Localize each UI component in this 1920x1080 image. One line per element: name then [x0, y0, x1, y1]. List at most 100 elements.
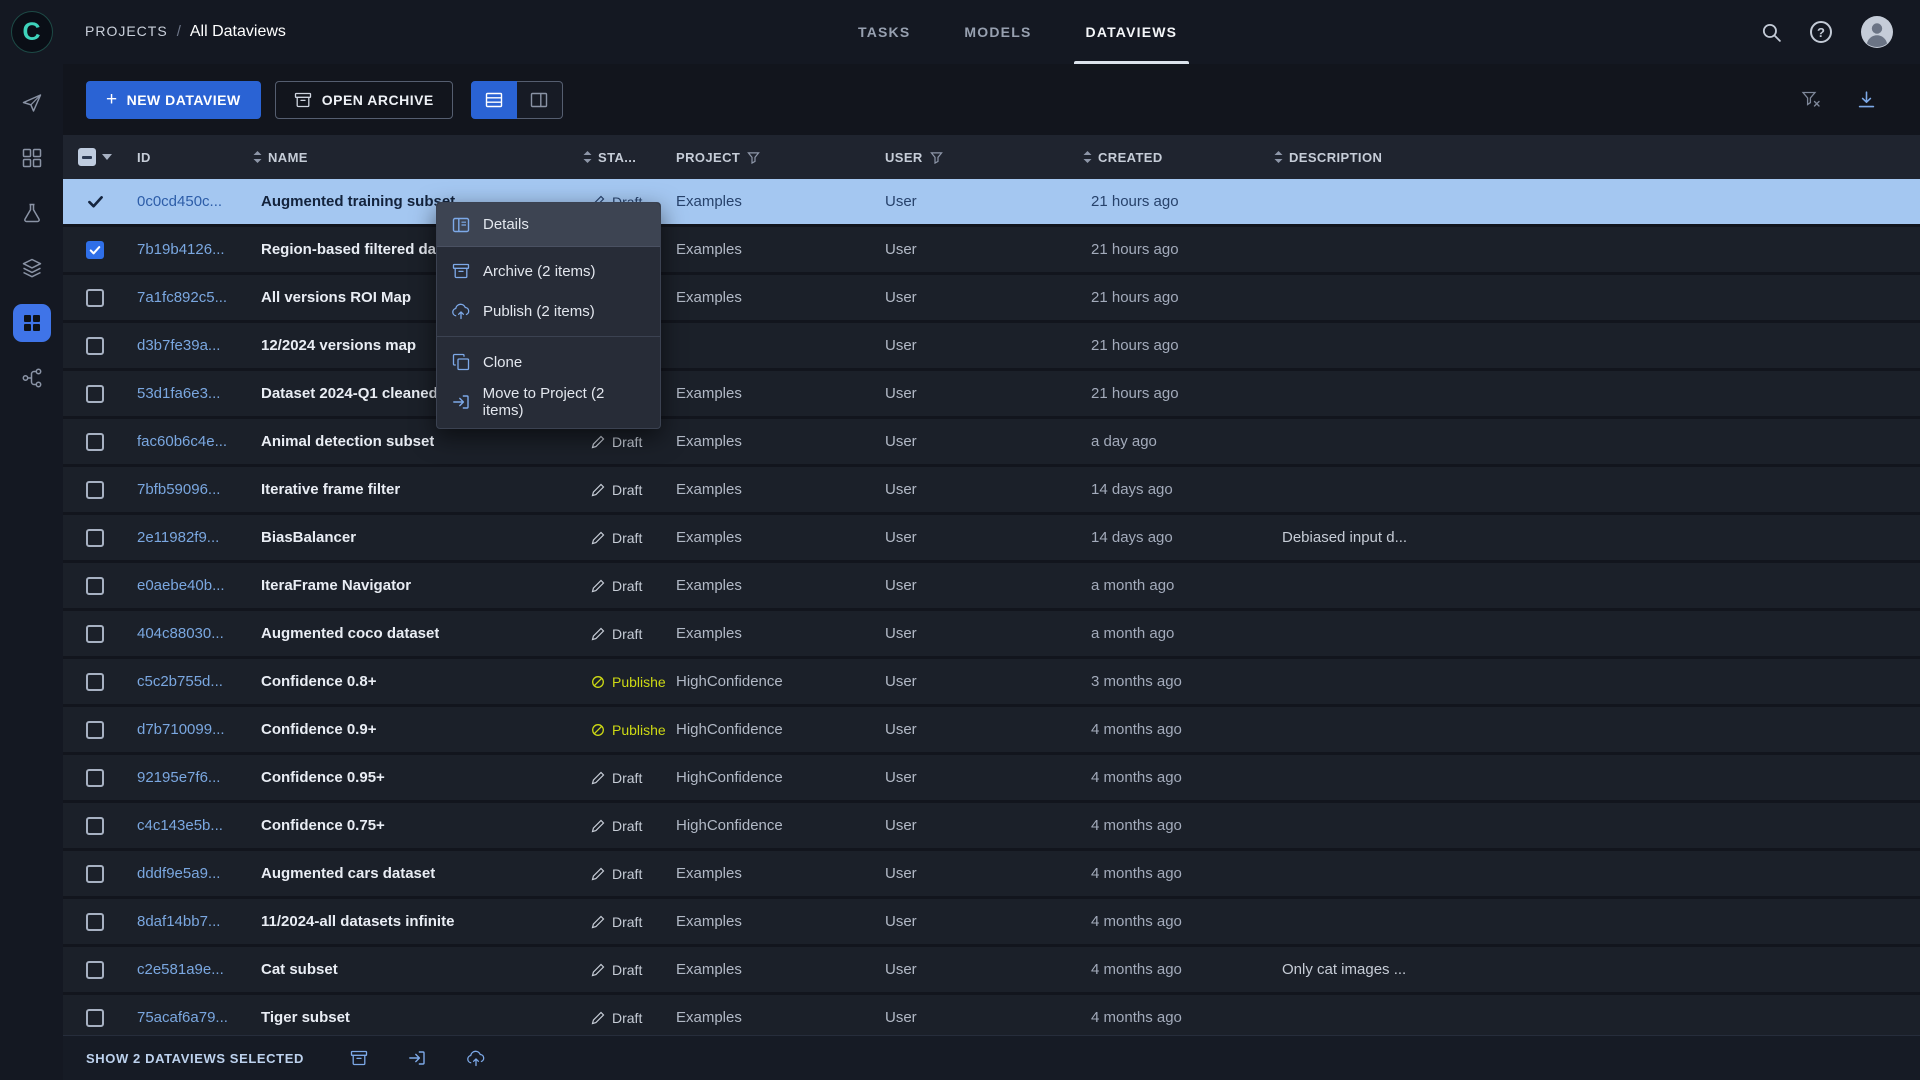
id-link[interactable]: fac60b6c4e...: [137, 433, 227, 450]
row-checkbox[interactable]: [86, 624, 104, 643]
sort-icon[interactable]: [1082, 150, 1093, 164]
row-checkbox[interactable]: [86, 432, 104, 451]
id-link[interactable]: c2e581a9e...: [137, 961, 224, 978]
id-link[interactable]: 2e11982f9...: [137, 529, 219, 546]
column-header-project[interactable]: PROJECT: [666, 150, 875, 165]
table-row[interactable]: 0c0cd450c...Augmented training subsetDra…: [63, 179, 1920, 224]
table-row[interactable]: 7b19b4126...Region-based filtered dataDr…: [63, 227, 1920, 272]
filter-icon[interactable]: [929, 151, 943, 164]
row-checkbox[interactable]: [86, 240, 104, 259]
table-row[interactable]: c2e581a9e... Cat subset Draft Examples User 4…: [63, 947, 1920, 992]
table-row[interactable]: 2e11982f9... BiasBalancer Draft Examples Use…: [63, 515, 1920, 560]
table-row[interactable]: e0aebe40b... IteraFrame Navigator Draft Exa…: [63, 563, 1920, 608]
breadcrumb-projects[interactable]: PROJECTS: [85, 23, 168, 39]
sidebar-item-datasets[interactable]: [13, 249, 51, 287]
help-icon[interactable]: ?: [1810, 21, 1832, 43]
row-checkbox[interactable]: [86, 528, 104, 547]
table-row[interactable]: d3b7fe39a...12/2024 versions mapDraftUse…: [63, 323, 1920, 368]
select-dropdown-caret[interactable]: [102, 154, 112, 160]
move-selected-icon[interactable]: [408, 1049, 426, 1067]
table-row[interactable]: 53d1fa6e3...Dataset 2024-Q1 cleanedDraft…: [63, 371, 1920, 416]
sidebar-item-hyper-datasets[interactable]: [12, 304, 51, 342]
clear-filters-icon[interactable]: [1801, 90, 1821, 109]
sort-icon[interactable]: [1273, 150, 1284, 164]
selection-count-label[interactable]: SHOW 2 DATAVIEWS SELECTED: [86, 1051, 304, 1066]
table-row[interactable]: c5c2b755d... Confidence 0.8+ Published High…: [63, 659, 1920, 704]
row-checkbox[interactable]: [86, 864, 104, 883]
download-icon[interactable]: [1857, 90, 1876, 109]
id-link[interactable]: d3b7fe39a...: [137, 337, 220, 354]
id-link[interactable]: 404c88030...: [137, 625, 224, 642]
sidebar-item-experiments[interactable]: [13, 194, 51, 232]
table-row[interactable]: 7bfb59096... Iterative frame filter Draft E…: [63, 467, 1920, 512]
row-checkbox[interactable]: [86, 336, 104, 355]
id-link[interactable]: 8daf14bb7...: [137, 913, 220, 930]
id-link[interactable]: d7b710099...: [137, 721, 225, 738]
id-link[interactable]: 7a1fc892c5...: [137, 289, 227, 306]
sidebar-item-pipelines[interactable]: [13, 359, 51, 397]
publish-selected-icon[interactable]: [466, 1049, 486, 1067]
table-row[interactable]: c4c143e5b... Confidence 0.75+ Draft HighCon…: [63, 803, 1920, 848]
sort-icon[interactable]: [582, 150, 593, 164]
id-link[interactable]: 0c0cd450c...: [137, 193, 222, 210]
table-row[interactable]: 404c88030... Augmented coco dataset Draft E…: [63, 611, 1920, 656]
sidebar-item-projects[interactable]: [13, 139, 51, 177]
sidebar-item-getting-started[interactable]: [13, 84, 51, 122]
search-icon[interactable]: [1761, 22, 1782, 43]
column-header-user[interactable]: USER: [875, 150, 1081, 165]
id-link[interactable]: 53d1fa6e3...: [137, 385, 220, 402]
table-row[interactable]: 75acaf6a79... Tiger subset Draft Examples Us…: [63, 995, 1920, 1035]
open-archive-button[interactable]: OPEN ARCHIVE: [274, 80, 453, 119]
select-all-checkbox[interactable]: [78, 148, 96, 166]
table-row[interactable]: 8daf14bb7... 11/2024-all datasets infinit…: [63, 899, 1920, 944]
id-link[interactable]: 7b19b4126...: [137, 241, 225, 258]
id-link[interactable]: c4c143e5b...: [137, 817, 223, 834]
table-row[interactable]: d7b710099... Confidence 0.9+ Published High…: [63, 707, 1920, 752]
table-row[interactable]: fac60b6c4e... Animal detection subset Draf…: [63, 419, 1920, 464]
new-dataview-button[interactable]: + NEW DATAVIEW: [86, 80, 261, 119]
table-view-button[interactable]: [470, 80, 517, 119]
menu-item-details[interactable]: Details: [437, 203, 660, 247]
table-row[interactable]: 92195e7f6... Confidence 0.95+ Draft HighCon…: [63, 755, 1920, 800]
row-checkbox[interactable]: [86, 768, 104, 787]
sort-icon[interactable]: [252, 150, 263, 164]
menu-item-move-to-project[interactable]: Move to Project (2 items): [437, 382, 660, 422]
archive-selected-icon[interactable]: [350, 1049, 368, 1067]
row-checkbox[interactable]: [86, 480, 104, 499]
row-checkbox[interactable]: [86, 720, 104, 739]
filter-icon[interactable]: [747, 151, 761, 164]
row-checkbox[interactable]: [86, 384, 104, 403]
menu-item-clone[interactable]: Clone: [437, 342, 660, 382]
column-header-status[interactable]: STA...: [581, 150, 666, 165]
breadcrumb-current[interactable]: All Dataviews: [190, 23, 286, 41]
id-link[interactable]: 92195e7f6...: [137, 769, 220, 786]
clearml-logo[interactable]: C: [10, 11, 53, 53]
id-link[interactable]: 75acaf6a79...: [137, 1009, 228, 1026]
table-row[interactable]: dddf9e5a9... Augmented cars dataset Draft E…: [63, 851, 1920, 896]
row-checkbox[interactable]: [86, 816, 104, 835]
sidebar: [0, 64, 63, 1080]
card-view-button[interactable]: [516, 80, 563, 119]
table-row[interactable]: 7a1fc892c5...All versions ROI MapDraftEx…: [63, 275, 1920, 320]
row-checkbox[interactable]: [86, 576, 104, 595]
tab-dataviews[interactable]: DATAVIEWS: [1073, 0, 1189, 64]
row-checkbox[interactable]: [86, 1008, 104, 1027]
id-link[interactable]: e0aebe40b...: [137, 577, 225, 594]
row-checkbox[interactable]: [86, 960, 104, 979]
tab-tasks[interactable]: TASKS: [858, 0, 910, 64]
column-header-name[interactable]: NAME: [251, 150, 581, 165]
row-checkbox[interactable]: [86, 672, 104, 691]
column-header-description[interactable]: DESCRIPTION: [1272, 150, 1920, 165]
row-checkbox[interactable]: [86, 912, 104, 931]
column-header-created[interactable]: CREATED: [1081, 150, 1272, 165]
menu-item-publish[interactable]: Publish (2 items): [437, 291, 660, 331]
menu-item-archive[interactable]: Archive (2 items): [437, 251, 660, 291]
tab-models[interactable]: MODELS: [964, 0, 1031, 64]
column-header-id[interactable]: ID: [127, 150, 251, 165]
id-link[interactable]: dddf9e5a9...: [137, 865, 220, 882]
row-checkbox[interactable]: [86, 288, 104, 307]
id-link[interactable]: 7bfb59096...: [137, 481, 220, 498]
row-checkbox[interactable]: [87, 193, 104, 210]
id-link[interactable]: c5c2b755d...: [137, 673, 223, 690]
avatar[interactable]: [1860, 15, 1894, 49]
